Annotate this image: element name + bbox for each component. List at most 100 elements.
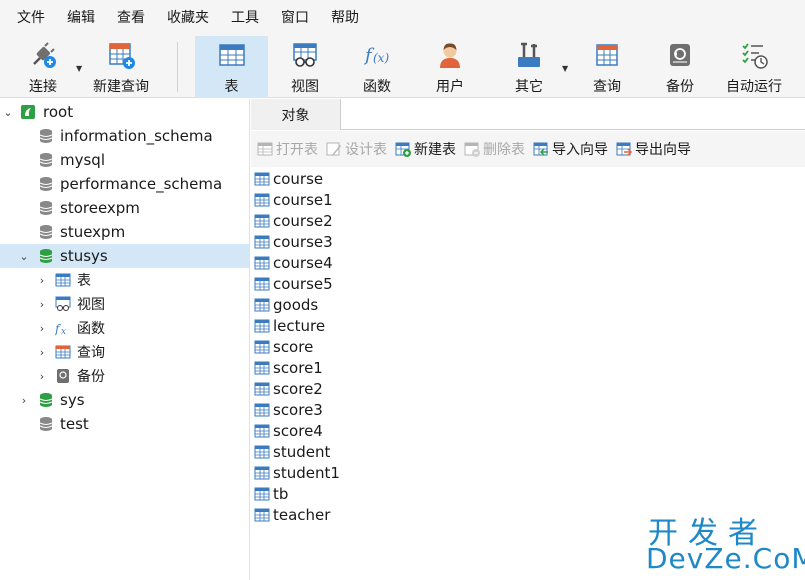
- database-icon: [39, 201, 53, 215]
- list-item[interactable]: student: [254, 441, 330, 462]
- tree-item-functions[interactable]: › f x 函数: [0, 316, 249, 340]
- list-item[interactable]: course4: [254, 252, 333, 273]
- backup-icon: [57, 369, 69, 383]
- tree-db-sys[interactable]: › sys: [0, 388, 249, 412]
- menu-view[interactable]: 查看: [106, 0, 156, 36]
- tree-db-storeexpm[interactable]: storeexpm: [0, 196, 249, 220]
- import-icon: [533, 142, 548, 156]
- function-icon: f x: [55, 322, 66, 336]
- collapse-arrow-icon[interactable]: ›: [37, 322, 47, 335]
- connect-dropdown-icon[interactable]: ▼: [76, 64, 82, 73]
- tree-item-queries[interactable]: › 查询: [0, 340, 249, 364]
- list-item[interactable]: score4: [254, 420, 323, 441]
- collapse-arrow-icon[interactable]: ›: [37, 370, 47, 383]
- tree-item-views[interactable]: › 视图: [0, 292, 249, 316]
- list-item[interactable]: course1: [254, 189, 333, 210]
- collapse-arrow-icon[interactable]: ›: [37, 298, 47, 311]
- import-wizard-button[interactable]: 导入向导: [533, 139, 608, 159]
- function-button[interactable]: f (x) 函数: [348, 36, 406, 98]
- connect-button[interactable]: 连接: [14, 36, 72, 98]
- table-icon: [254, 298, 270, 311]
- table-icon: [254, 172, 270, 185]
- tree-item-backups[interactable]: › 备份: [0, 364, 249, 388]
- expand-arrow-icon[interactable]: ⌄: [3, 106, 13, 119]
- list-item[interactable]: goods: [254, 294, 318, 315]
- table-icon: [217, 40, 247, 70]
- delete-table-icon: [464, 142, 480, 157]
- table-icon: [254, 214, 270, 227]
- table-icon: [254, 424, 270, 437]
- open-table-button[interactable]: 打开表: [257, 139, 318, 159]
- table-icon: [254, 508, 270, 521]
- tree-db-stuexpm[interactable]: stuexpm: [0, 220, 249, 244]
- table-button[interactable]: 表: [195, 36, 268, 98]
- autorun-icon: [739, 40, 769, 70]
- tree-db-mysql[interactable]: mysql: [0, 148, 249, 172]
- table-icon: [254, 361, 270, 374]
- table-icon: [254, 445, 270, 458]
- table-icon: [55, 273, 71, 287]
- delete-table-button[interactable]: 删除表: [464, 139, 525, 159]
- collapse-arrow-icon[interactable]: ›: [37, 274, 47, 287]
- menu-edit[interactable]: 编辑: [56, 0, 106, 36]
- list-item[interactable]: score: [254, 336, 313, 357]
- table-icon: [254, 382, 270, 395]
- new-query-button[interactable]: 新建查询: [88, 36, 154, 98]
- list-item[interactable]: teacher: [254, 504, 330, 525]
- database-icon: [39, 129, 53, 143]
- query-icon: [55, 345, 71, 359]
- menu-help[interactable]: 帮助: [320, 0, 370, 36]
- menu-tools[interactable]: 工具: [220, 0, 270, 36]
- object-tab-bar: 对象: [251, 99, 805, 130]
- user-button[interactable]: 用户: [421, 36, 479, 98]
- menu-window[interactable]: 窗口: [270, 0, 320, 36]
- list-item[interactable]: score3: [254, 399, 323, 420]
- tree-db-information-schema[interactable]: information_schema: [0, 124, 249, 148]
- list-item[interactable]: score2: [254, 378, 323, 399]
- collapse-arrow-icon[interactable]: ›: [19, 394, 29, 407]
- new-table-button[interactable]: 新建表: [395, 139, 456, 159]
- connection-tree: ⌄ root information_schema mysql performa…: [0, 99, 250, 580]
- tree-db-test[interactable]: test: [0, 412, 249, 436]
- expand-arrow-icon[interactable]: ⌄: [19, 250, 29, 263]
- table-icon: [254, 340, 270, 353]
- tree-node-root[interactable]: ⌄ root: [0, 100, 249, 124]
- other-dropdown-icon[interactable]: ▼: [562, 64, 568, 73]
- view-icon: [290, 40, 320, 70]
- tab-objects[interactable]: 对象: [251, 99, 341, 130]
- list-item[interactable]: student1: [254, 462, 340, 483]
- view-button[interactable]: 视图: [276, 36, 334, 98]
- autorun-button[interactable]: 自动运行: [720, 36, 788, 98]
- list-item[interactable]: course3: [254, 231, 333, 252]
- table-icon: [254, 403, 270, 416]
- database-icon: [39, 177, 53, 191]
- list-item[interactable]: tb: [254, 483, 288, 504]
- collapse-arrow-icon[interactable]: ›: [37, 346, 47, 359]
- other-button[interactable]: 其它: [500, 36, 558, 98]
- svg-text:(x): (x): [373, 51, 389, 65]
- user-icon: [435, 40, 465, 70]
- menu-favorites[interactable]: 收藏夹: [156, 0, 220, 36]
- design-table-button[interactable]: 设计表: [326, 139, 387, 159]
- list-item[interactable]: course2: [254, 210, 333, 231]
- export-wizard-button[interactable]: 导出向导: [616, 139, 691, 159]
- query-icon: [592, 40, 622, 70]
- tree-db-stusys[interactable]: ⌄ stusys: [0, 244, 249, 268]
- object-action-bar: 打开表 设计表 新建表 删除表 导入向导 导出向导: [251, 131, 805, 167]
- list-item[interactable]: course: [254, 168, 323, 189]
- toolbar-separator: [177, 42, 178, 92]
- view-icon: [55, 296, 71, 311]
- query-button[interactable]: 查询: [578, 36, 636, 98]
- database-icon: [39, 153, 53, 167]
- list-item[interactable]: lecture: [254, 315, 325, 336]
- menu-bar: 文件 编辑 查看 收藏夹 工具 窗口 帮助: [0, 0, 805, 36]
- tree-db-performance-schema[interactable]: performance_schema: [0, 172, 249, 196]
- database-icon: [39, 225, 53, 239]
- list-item[interactable]: score1: [254, 357, 323, 378]
- tree-item-tables[interactable]: › 表: [0, 268, 249, 292]
- export-icon: [616, 142, 632, 156]
- menu-file[interactable]: 文件: [6, 0, 56, 36]
- backup-button[interactable]: 备份: [651, 36, 709, 98]
- new-table-icon: [395, 142, 411, 157]
- list-item[interactable]: course5: [254, 273, 333, 294]
